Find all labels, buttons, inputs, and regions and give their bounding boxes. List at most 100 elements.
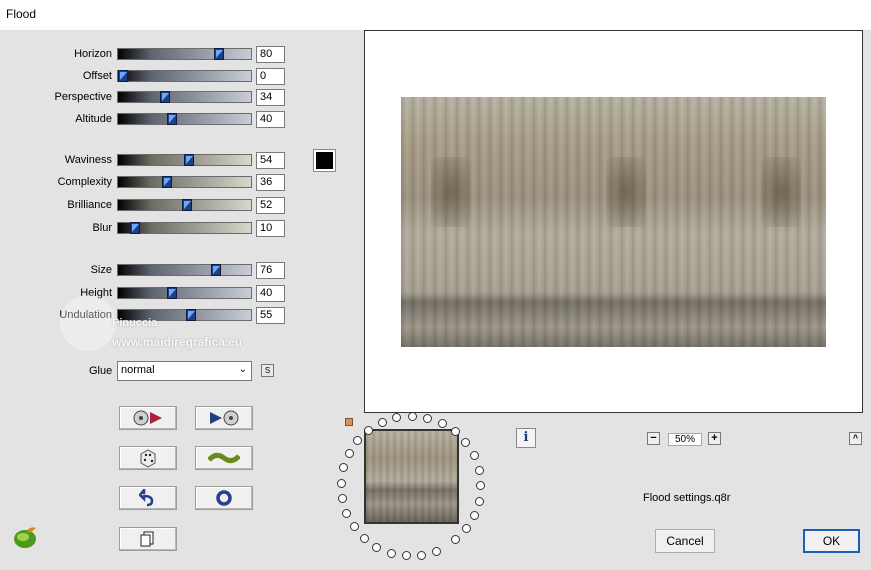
- slider-row-size: Size 76: [0, 262, 300, 280]
- navigator-ring-dot[interactable]: [338, 494, 347, 503]
- blur-slider[interactable]: [117, 222, 252, 234]
- waviness-label: Waviness: [64, 154, 112, 166]
- complexity-label: Complexity: [57, 176, 112, 188]
- wave-button[interactable]: [195, 446, 253, 470]
- navigator-ring-dot[interactable]: [462, 524, 471, 533]
- offset-value-field[interactable]: 0: [256, 68, 285, 85]
- brilliance-value-field[interactable]: 52: [256, 197, 285, 214]
- zoom-level: 50%: [668, 433, 702, 446]
- dice-icon: [140, 449, 156, 468]
- waviness-slider[interactable]: [117, 154, 252, 166]
- navigator-ring-dot[interactable]: [475, 466, 484, 475]
- ok-button[interactable]: OK: [803, 529, 860, 553]
- altitude-value-field[interactable]: 40: [256, 111, 285, 128]
- horizon-slider[interactable]: [117, 48, 252, 60]
- height-value-field[interactable]: 40: [256, 285, 285, 302]
- perspective-slider[interactable]: [117, 91, 252, 103]
- navigator-ring-dot[interactable]: [470, 451, 479, 460]
- reset-button[interactable]: [195, 486, 253, 510]
- navigator-ring-dot[interactable]: [432, 547, 441, 556]
- complexity-slider[interactable]: [117, 176, 252, 188]
- slider-row-height: Height 40: [0, 285, 300, 303]
- navigator-ring-dot[interactable]: [408, 412, 417, 421]
- navigator-ring-dot[interactable]: [337, 479, 346, 488]
- offset-slider[interactable]: [117, 70, 252, 82]
- height-label: Height: [80, 287, 112, 299]
- brilliance-slider-thumb[interactable]: [182, 199, 192, 211]
- size-slider-thumb[interactable]: [211, 264, 221, 276]
- undulation-slider[interactable]: [117, 309, 252, 321]
- undo-button[interactable]: [119, 486, 177, 510]
- navigator-ring-dot[interactable]: [350, 522, 359, 531]
- navigator-ring-dot[interactable]: [476, 481, 485, 490]
- height-slider[interactable]: [117, 287, 252, 299]
- blur-value-field[interactable]: 10: [256, 220, 285, 237]
- complexity-slider-thumb[interactable]: [162, 176, 172, 188]
- navigator-ring-dot[interactable]: [470, 511, 479, 520]
- height-slider-thumb[interactable]: [167, 287, 177, 299]
- glue-select[interactable]: normal ⌄: [117, 361, 252, 381]
- randomize-button[interactable]: [119, 446, 177, 470]
- navigator-ring-dot[interactable]: [378, 418, 387, 427]
- navigator-ring-dot[interactable]: [475, 497, 484, 506]
- undo-icon: [139, 489, 154, 507]
- navigator-ring-dot[interactable]: [461, 438, 470, 447]
- navigator-ring-dot[interactable]: [392, 413, 401, 422]
- glue-s-button[interactable]: S: [261, 364, 274, 377]
- navigator-ring-dot[interactable]: [438, 419, 447, 428]
- cancel-button[interactable]: Cancel: [655, 529, 715, 553]
- copy-icon: [140, 531, 154, 547]
- glue-value: normal: [121, 364, 155, 376]
- navigator-ring-dot[interactable]: [402, 551, 411, 560]
- perspective-slider-thumb[interactable]: [160, 91, 170, 103]
- navigator-ring-dot[interactable]: [451, 427, 460, 436]
- navigator-marker[interactable]: [345, 418, 353, 426]
- zoom-out-button[interactable]: −: [647, 432, 660, 445]
- navigator-ring-dot[interactable]: [423, 414, 432, 423]
- navigator-thumbnail[interactable]: [364, 429, 459, 524]
- navigator-ring-dot[interactable]: [387, 549, 396, 558]
- navigator-ring-dot[interactable]: [353, 436, 362, 445]
- info-button[interactable]: i: [516, 428, 536, 448]
- waviness-value-field[interactable]: 54: [256, 152, 285, 169]
- altitude-slider-thumb[interactable]: [167, 113, 177, 125]
- settings-filename: Flood settings.q8r: [643, 492, 731, 504]
- navigator-ring-dot[interactable]: [342, 509, 351, 518]
- offset-slider-thumb[interactable]: [118, 70, 128, 82]
- size-slider[interactable]: [117, 264, 252, 276]
- slider-row-altitude: Altitude 40: [0, 111, 300, 129]
- zoom-in-button[interactable]: +: [708, 432, 721, 445]
- preview-image: [401, 97, 826, 347]
- perspective-value-field[interactable]: 34: [256, 89, 285, 106]
- slider-row-horizon: Horizon 80: [0, 46, 300, 64]
- next-preset-button[interactable]: [195, 406, 253, 430]
- complexity-value-field[interactable]: 36: [256, 174, 285, 191]
- slider-row-brilliance: Brilliance 52: [0, 197, 300, 215]
- horizon-value-field[interactable]: 80: [256, 46, 285, 63]
- copy-button[interactable]: [119, 527, 177, 551]
- prev-preset-button[interactable]: [119, 406, 177, 430]
- brilliance-slider[interactable]: [117, 199, 252, 211]
- navigator-ring-dot[interactable]: [339, 463, 348, 472]
- navigator-ring-dot[interactable]: [451, 535, 460, 544]
- horizon-slider-thumb[interactable]: [214, 48, 224, 60]
- perspective-label: Perspective: [54, 91, 112, 103]
- undulation-value-field[interactable]: 55: [256, 307, 285, 324]
- navigator-ring-dot[interactable]: [417, 551, 426, 560]
- window-title: Flood: [6, 7, 37, 21]
- collapse-button[interactable]: ^: [849, 432, 862, 445]
- navigator-ring-dot[interactable]: [345, 449, 354, 458]
- preview-panel[interactable]: [364, 30, 863, 413]
- undulation-slider-thumb[interactable]: [186, 309, 196, 321]
- horizon-line[interactable]: [401, 292, 826, 293]
- size-value-field[interactable]: 76: [256, 262, 285, 279]
- navigator-ring-dot[interactable]: [364, 426, 373, 435]
- color-swatch[interactable]: [313, 149, 336, 172]
- altitude-slider[interactable]: [117, 113, 252, 125]
- navigator-ring-dot[interactable]: [372, 543, 381, 552]
- slider-row-blur: Blur 10: [0, 220, 300, 238]
- prev-preset-icon: [133, 410, 162, 426]
- blur-slider-thumb[interactable]: [130, 222, 140, 234]
- waviness-slider-thumb[interactable]: [184, 154, 194, 166]
- navigator-ring-dot[interactable]: [360, 534, 369, 543]
